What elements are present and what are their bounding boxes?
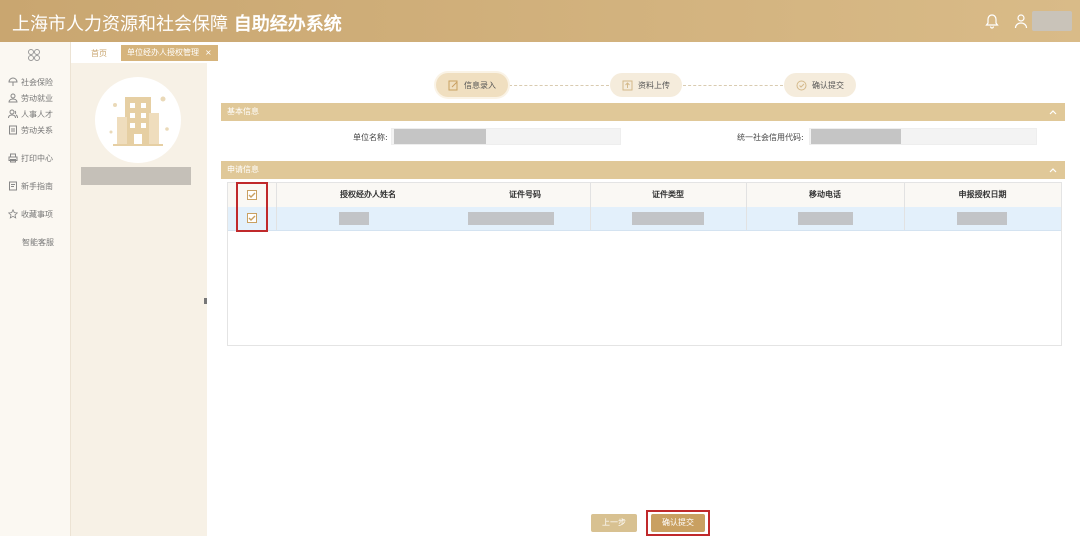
sidebar-item-employment[interactable]: 劳动就业 [0, 90, 70, 106]
upload-icon [622, 80, 633, 90]
step-label: 确认提交 [812, 80, 844, 90]
auth-date-redacted [957, 212, 1007, 225]
user-icon [1014, 14, 1028, 29]
app-title-system: 自助经办系统 [233, 14, 342, 35]
sidebar-item-print-center[interactable]: 打印中心 [0, 150, 70, 166]
sidebar-item-label: 社会保险 [21, 77, 53, 87]
id-type-redacted [632, 212, 704, 225]
column-divider [276, 183, 277, 230]
checkbox-highlight-box [236, 182, 268, 232]
top-header: 上海市人力资源和社会保障 自助经办系统 [0, 0, 1080, 42]
sidebar-item-personnel[interactable]: 人事人才 [0, 106, 70, 122]
main-content: 信息录入 资料上传 确认提交 基本信息 单位名称: 统一社会信用代码: 申请信息… [207, 63, 1080, 536]
printer-icon [8, 153, 18, 163]
star-icon [8, 209, 18, 219]
table-row[interactable] [228, 207, 1061, 231]
sidebar-item-labor-relations[interactable]: 劳动关系 [0, 122, 70, 138]
company-name-redacted [81, 167, 191, 185]
credit-code-label: 统一社会信用代码: [737, 133, 804, 142]
submit-highlight-box [646, 510, 710, 536]
sidebar-item-label: 智能客服 [22, 237, 54, 247]
close-icon[interactable]: × [205, 45, 212, 61]
section-basic-info[interactable]: 基本信息 [221, 103, 1065, 121]
sidebar-item-smart-service[interactable]: 智能客服 [0, 234, 70, 250]
table-header: 授权经办人姓名 证件号码 证件类型 移动电话 申报授权日期 [228, 183, 1061, 208]
tab-label: 单位经办人授权管理 [127, 48, 199, 57]
column-auth-date: 申报授权日期 [958, 190, 1007, 199]
step-label: 资料上传 [638, 80, 670, 90]
column-divider [746, 183, 747, 230]
step-info-entry: 信息录入 [436, 73, 508, 97]
step-connector [509, 85, 609, 86]
unit-name-label: 单位名称: [353, 133, 388, 142]
app-title-main: 上海市人力资源和社会保障 [12, 14, 228, 35]
section-title: 申请信息 [227, 165, 259, 174]
section-apply-info[interactable]: 申请信息 [221, 161, 1065, 179]
sidebar: 社会保险 劳动就业 人事人才 劳动关系 打印中心 新手指南 收藏事项 智能客服 [0, 42, 71, 536]
tab-home[interactable]: 首页 [91, 48, 107, 59]
prev-step-button[interactable]: 上一步 [591, 514, 637, 532]
check-icon [796, 80, 807, 90]
sidebar-item-label: 收藏事项 [21, 209, 53, 219]
step-confirm: 确认提交 [784, 73, 856, 97]
column-divider [904, 183, 905, 230]
tab-agent-authorization[interactable]: 单位经办人授权管理 × [121, 45, 218, 61]
sidebar-item-favorites[interactable]: 收藏事项 [0, 206, 70, 222]
column-id-type: 证件类型 [652, 190, 684, 199]
sidebar-menu: 社会保险 劳动就业 人事人才 劳动关系 打印中心 新手指南 收藏事项 智能客服 [0, 74, 70, 250]
column-mobile: 移动电话 [809, 190, 841, 199]
step-upload: 资料上传 [610, 73, 682, 97]
unit-name-redacted [394, 129, 486, 144]
people-icon [8, 109, 18, 119]
step-label: 信息录入 [464, 80, 496, 90]
authorization-table: 授权经办人姓名 证件号码 证件类型 移动电话 申报授权日期 [227, 182, 1062, 346]
sidebar-item-label: 新手指南 [21, 181, 53, 191]
sidebar-item-beginner-guide[interactable]: 新手指南 [0, 178, 70, 194]
username-redacted [1032, 11, 1072, 31]
column-id-number: 证件号码 [509, 190, 541, 199]
id-number-redacted [468, 212, 554, 225]
credit-code-redacted [811, 129, 901, 144]
header-actions [984, 8, 1072, 34]
chevron-up-icon[interactable] [1049, 108, 1057, 116]
umbrella-icon [8, 77, 18, 86]
tab-bar: 首页 单位经办人授权管理 × [71, 42, 1080, 64]
chevron-up-icon[interactable] [1049, 166, 1057, 174]
company-avatar [95, 77, 181, 163]
column-agent-name: 授权经办人姓名 [340, 190, 396, 199]
sidebar-item-label: 人事人才 [21, 109, 53, 119]
step-connector [683, 85, 783, 86]
sidebar-item-label: 打印中心 [21, 153, 53, 163]
agent-name-redacted [339, 212, 369, 225]
building-icon [109, 96, 169, 146]
sidebar-item-social-insurance[interactable]: 社会保险 [0, 74, 70, 90]
edit-icon [448, 80, 458, 90]
app-grid-icon[interactable] [27, 48, 41, 62]
sidebar-item-label: 劳动就业 [21, 93, 53, 103]
bell-icon[interactable] [984, 13, 1000, 29]
basic-info-fields: 单位名称: 统一社会信用代码: [221, 123, 1065, 155]
progress-steps: 信息录入 资料上传 确认提交 [207, 73, 1080, 99]
column-divider [590, 183, 591, 230]
app-title: 上海市人力资源和社会保障 自助经办系统 [12, 10, 342, 36]
sidebar-item-label: 劳动关系 [21, 125, 53, 135]
user-menu[interactable] [1014, 11, 1072, 31]
company-panel [71, 63, 207, 536]
mobile-redacted [798, 212, 853, 225]
section-title: 基本信息 [227, 107, 259, 116]
document-icon [9, 125, 17, 135]
person-icon [8, 93, 18, 103]
guide-icon [9, 181, 17, 191]
